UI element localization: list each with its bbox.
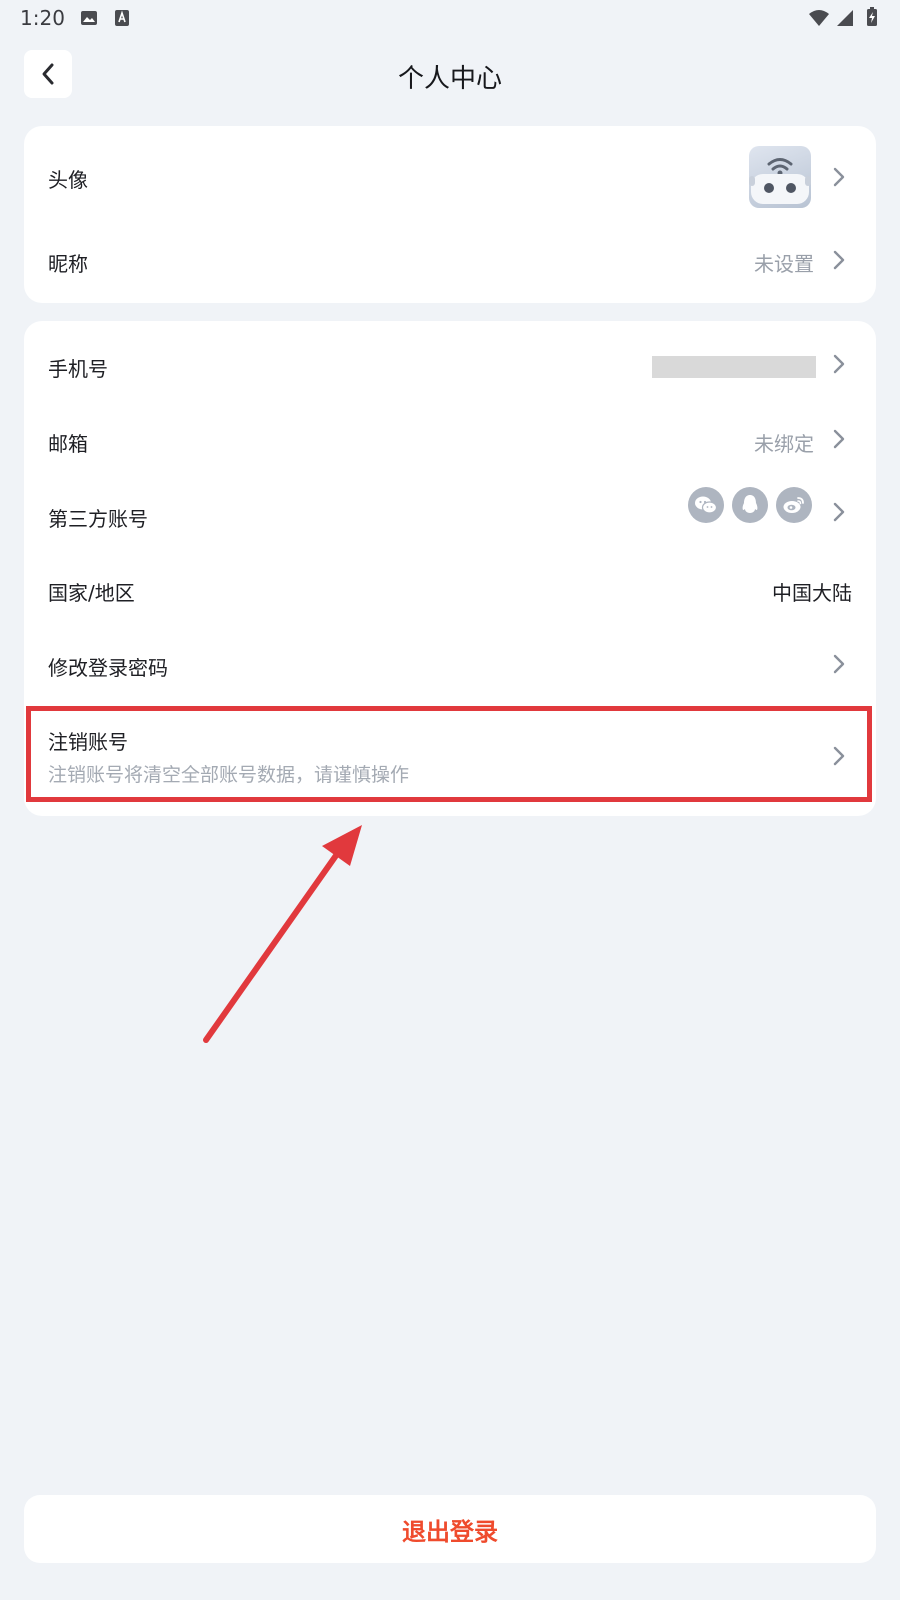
chevron-right-icon [833, 354, 845, 374]
change-password-label: 修改登录密码 [48, 656, 168, 680]
signal-icon [836, 9, 854, 31]
nickname-label: 昵称 [48, 252, 88, 276]
phone-row[interactable]: 手机号 [24, 321, 876, 395]
chevron-right-icon [833, 502, 845, 522]
region-label: 国家/地区 [48, 581, 135, 605]
phone-label: 手机号 [48, 357, 108, 381]
third-party-row[interactable]: 第三方账号 [24, 470, 876, 545]
qq-icon [732, 487, 768, 523]
email-label: 邮箱 [48, 432, 88, 456]
annotation-highlight-box [26, 706, 872, 802]
wifi-icon [808, 9, 830, 31]
email-value: 未绑定 [754, 432, 814, 456]
status-bar: 1:20 [0, 0, 900, 36]
robot-avatar-icon [749, 158, 811, 204]
status-time: 1:20 [20, 6, 65, 30]
image-icon [80, 9, 98, 31]
chevron-right-icon [833, 167, 845, 187]
avatar [749, 146, 811, 208]
weibo-icon [776, 487, 812, 523]
profile-card: 头像 昵称 未设置 [24, 126, 876, 303]
chevron-right-icon [833, 429, 845, 449]
change-password-row[interactable]: 修改登录密码 [24, 620, 876, 695]
logout-button[interactable]: 退出登录 [24, 1495, 876, 1563]
masked-phone-value [652, 356, 816, 378]
nickname-value: 未设置 [754, 252, 814, 276]
keyboard-a-icon [114, 9, 130, 31]
third-party-label: 第三方账号 [48, 507, 148, 531]
email-row[interactable]: 邮箱 未绑定 [24, 395, 876, 470]
chevron-right-icon [833, 250, 845, 270]
avatar-row[interactable]: 头像 [24, 126, 876, 226]
wechat-icon [688, 487, 724, 523]
avatar-label: 头像 [48, 168, 88, 192]
header: 个人中心 [0, 48, 900, 100]
page-title: 个人中心 [397, 64, 502, 94]
chevron-right-icon [833, 654, 845, 674]
region-row: 国家/地区 中国大陆 [24, 545, 876, 620]
region-value: 中国大陆 [772, 581, 852, 605]
battery-charging-icon [866, 7, 878, 31]
nickname-row[interactable]: 昵称 未设置 [24, 226, 876, 303]
